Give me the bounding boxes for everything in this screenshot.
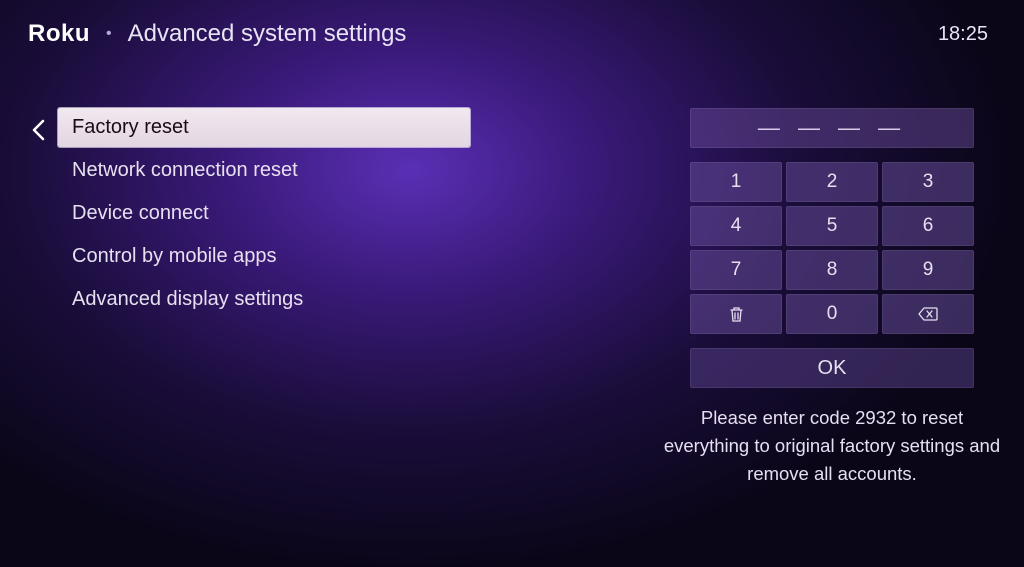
page-title: Advanced system settings	[128, 20, 407, 48]
menu-item-network-reset[interactable]: Network connection reset	[58, 151, 470, 190]
logo: Roku	[28, 20, 90, 48]
menu-item-display-settings[interactable]: Advanced display settings	[58, 280, 470, 319]
key-backspace[interactable]	[882, 294, 974, 334]
menu-item-device-connect[interactable]: Device connect	[58, 194, 470, 233]
header: Roku • Advanced system settings 18:25	[0, 0, 1024, 48]
ok-button[interactable]: OK	[690, 348, 974, 388]
separator-dot: •	[106, 25, 112, 43]
settings-menu: Factory reset Network connection reset D…	[58, 108, 470, 319]
key-7[interactable]: 7	[690, 250, 782, 290]
key-9[interactable]: 9	[882, 250, 974, 290]
key-0[interactable]: 0	[786, 294, 878, 334]
menu-item-control-mobile[interactable]: Control by mobile apps	[58, 237, 470, 276]
key-clear[interactable]	[690, 294, 782, 334]
key-1[interactable]: 1	[690, 162, 782, 202]
key-2[interactable]: 2	[786, 162, 878, 202]
key-6[interactable]: 6	[882, 206, 974, 246]
code-display: — — — —	[690, 108, 974, 148]
trash-icon	[729, 306, 744, 323]
instruction-text: Please enter code 2932 to reset everythi…	[662, 404, 1002, 487]
key-4[interactable]: 4	[690, 206, 782, 246]
back-icon[interactable]	[28, 116, 48, 144]
keypad: 1 2 3 4 5 6 7 8 9 0	[690, 162, 974, 334]
menu-item-factory-reset[interactable]: Factory reset	[58, 108, 470, 147]
key-8[interactable]: 8	[786, 250, 878, 290]
key-5[interactable]: 5	[786, 206, 878, 246]
clock: 18:25	[938, 23, 996, 46]
key-3[interactable]: 3	[882, 162, 974, 202]
backspace-icon	[918, 307, 938, 321]
